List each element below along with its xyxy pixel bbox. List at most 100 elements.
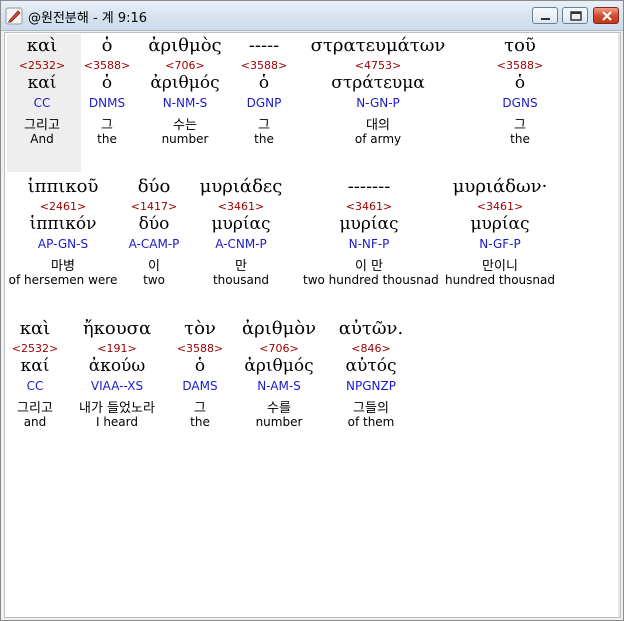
greek-text: δύο	[137, 176, 171, 197]
lemma: μυρίας	[470, 214, 530, 234]
korean-gloss: 만	[235, 259, 247, 274]
strongs-number[interactable]: <706>	[135, 59, 235, 72]
greek-text: -----	[248, 35, 280, 56]
greek-text: καὶ	[19, 318, 51, 339]
greek-text: ἀριθμὸν	[241, 318, 317, 339]
english-gloss: I heard	[95, 415, 139, 429]
korean-gloss: 수를	[267, 401, 291, 416]
greek-text: μυριάδες	[199, 176, 283, 197]
greek-text: ἤκουσα	[82, 318, 152, 339]
english-gloss: And	[30, 132, 54, 146]
english-gloss: thousand	[212, 273, 270, 287]
close-button[interactable]	[593, 7, 619, 24]
lemma: μυρίας	[339, 214, 399, 234]
minimize-button[interactable]	[532, 7, 558, 24]
lemma: ὁ	[258, 73, 270, 93]
korean-gloss: 내가 들었노라	[79, 401, 155, 416]
scroll-divider	[618, 33, 620, 617]
title-bar[interactable]: @원전분해 - 계 9:16	[1, 1, 623, 31]
english-gloss: and	[23, 415, 47, 429]
english-gloss: the	[510, 132, 530, 146]
greek-text: καὶ	[26, 35, 58, 56]
verse-line-1: καὶ <2532> καί CC 그리고 And ὁ <3588> ὁ DNM…	[5, 35, 605, 155]
greek-text: ὁ	[101, 35, 113, 56]
parsing-code[interactable]: DGNP	[236, 96, 292, 110]
english-gloss: two hundred thousnad	[303, 273, 439, 287]
parsing-code[interactable]: DGNS	[492, 96, 548, 110]
korean-gloss: 그	[258, 118, 270, 133]
english-gloss: the	[97, 132, 117, 146]
parsing-code[interactable]: A-CAM-P	[123, 237, 185, 251]
korean-gloss: 그	[101, 118, 113, 133]
korean-gloss: 이 만	[354, 259, 384, 274]
english-gloss: of hersemen were	[8, 273, 118, 287]
english-gloss: number	[255, 415, 303, 429]
korean-gloss: 그들의	[353, 401, 389, 416]
greek-text: στρατευμάτων	[310, 35, 446, 56]
parsing-code[interactable]: N-AM-S	[233, 379, 325, 393]
lemma: ἀριθμός	[150, 73, 220, 93]
maximize-button[interactable]	[562, 7, 588, 24]
strongs-number[interactable]: <3461>	[303, 200, 435, 213]
parsing-code[interactable]: N-GN-P	[298, 96, 458, 110]
lemma: ἀριθμός	[244, 356, 314, 376]
verse-line-2: ἱππικοῦ <2461> ἱππικόν AP-GN-S 마병 of her…	[5, 176, 605, 296]
strongs-number[interactable]: <3588>	[492, 59, 548, 72]
strongs-number[interactable]: <3461>	[191, 200, 291, 213]
greek-text: -------	[347, 176, 391, 197]
strongs-number[interactable]: <2532>	[7, 342, 63, 355]
strongs-number[interactable]: <3588>	[80, 59, 134, 72]
strongs-number[interactable]: <846>	[333, 342, 409, 355]
strongs-number[interactable]: <2532>	[7, 59, 77, 72]
parsing-code[interactable]: CC	[7, 96, 77, 110]
lemma: ὁ	[101, 73, 113, 93]
interlinear-view[interactable]: καὶ <2532> καί CC 그리고 And ὁ <3588> ὁ DNM…	[4, 32, 621, 618]
english-gloss: two	[143, 273, 165, 287]
lemma: ἱππικόν	[29, 214, 97, 234]
verse-line-3: καὶ <2532> καί CC 그리고 and ἤκουσα <191> ἀ…	[5, 318, 605, 438]
parsing-code[interactable]: NPGNZP	[333, 379, 409, 393]
parsing-code[interactable]: CC	[7, 379, 63, 393]
window-title: @원전분해 - 계 9:16	[28, 11, 148, 26]
lemma: μυρίας	[211, 214, 271, 234]
lemma: αὐτός	[345, 356, 397, 376]
greek-text: τοῦ	[504, 35, 536, 56]
strongs-number[interactable]: <4753>	[298, 59, 458, 72]
strongs-number[interactable]: <3588>	[236, 59, 292, 72]
greek-text: ἱππικοῦ	[27, 176, 99, 197]
lemma: στράτευμα	[331, 73, 425, 93]
english-gloss: of them	[347, 415, 395, 429]
greek-text: αὐτῶν.	[338, 318, 404, 339]
parsing-code[interactable]: N-GF-P	[441, 237, 559, 251]
strongs-number[interactable]: <1417>	[123, 200, 185, 213]
lemma: καί	[20, 356, 50, 376]
korean-gloss: 수는	[173, 118, 197, 133]
english-gloss: the	[190, 415, 210, 429]
strongs-number[interactable]: <2461>	[7, 200, 119, 213]
parsing-code[interactable]: VIAA--XS	[65, 379, 169, 393]
strongs-number[interactable]: <3461>	[441, 200, 559, 213]
korean-gloss: 그리고	[17, 401, 53, 416]
english-gloss: hundred thousnad	[444, 273, 555, 287]
korean-gloss: 그	[514, 118, 526, 133]
english-gloss: the	[254, 132, 274, 146]
greek-text: τὸν	[184, 318, 216, 339]
korean-gloss: 이	[148, 259, 160, 274]
english-gloss: number	[161, 132, 209, 146]
app-window: @원전분해 - 계 9:16 καὶ <2532> καί CC 그리고 And…	[0, 0, 624, 621]
feather-pen-icon[interactable]	[5, 7, 23, 25]
parsing-code[interactable]: N-NF-P	[303, 237, 435, 251]
parsing-code[interactable]: DAMS	[173, 379, 227, 393]
strongs-number[interactable]: <191>	[65, 342, 169, 355]
parsing-code[interactable]: AP-GN-S	[7, 237, 119, 251]
parsing-code[interactable]: DNMS	[80, 96, 134, 110]
lemma: ὁ	[194, 356, 206, 376]
korean-gloss: 대의	[366, 118, 390, 133]
greek-text: ἀριθμὸς	[148, 35, 222, 56]
parsing-code[interactable]: N-NM-S	[135, 96, 235, 110]
parsing-code[interactable]: A-CNM-P	[191, 237, 291, 251]
korean-gloss: 만이니	[482, 259, 518, 274]
strongs-number[interactable]: <706>	[233, 342, 325, 355]
korean-gloss: 마병	[51, 259, 75, 274]
strongs-number[interactable]: <3588>	[173, 342, 227, 355]
